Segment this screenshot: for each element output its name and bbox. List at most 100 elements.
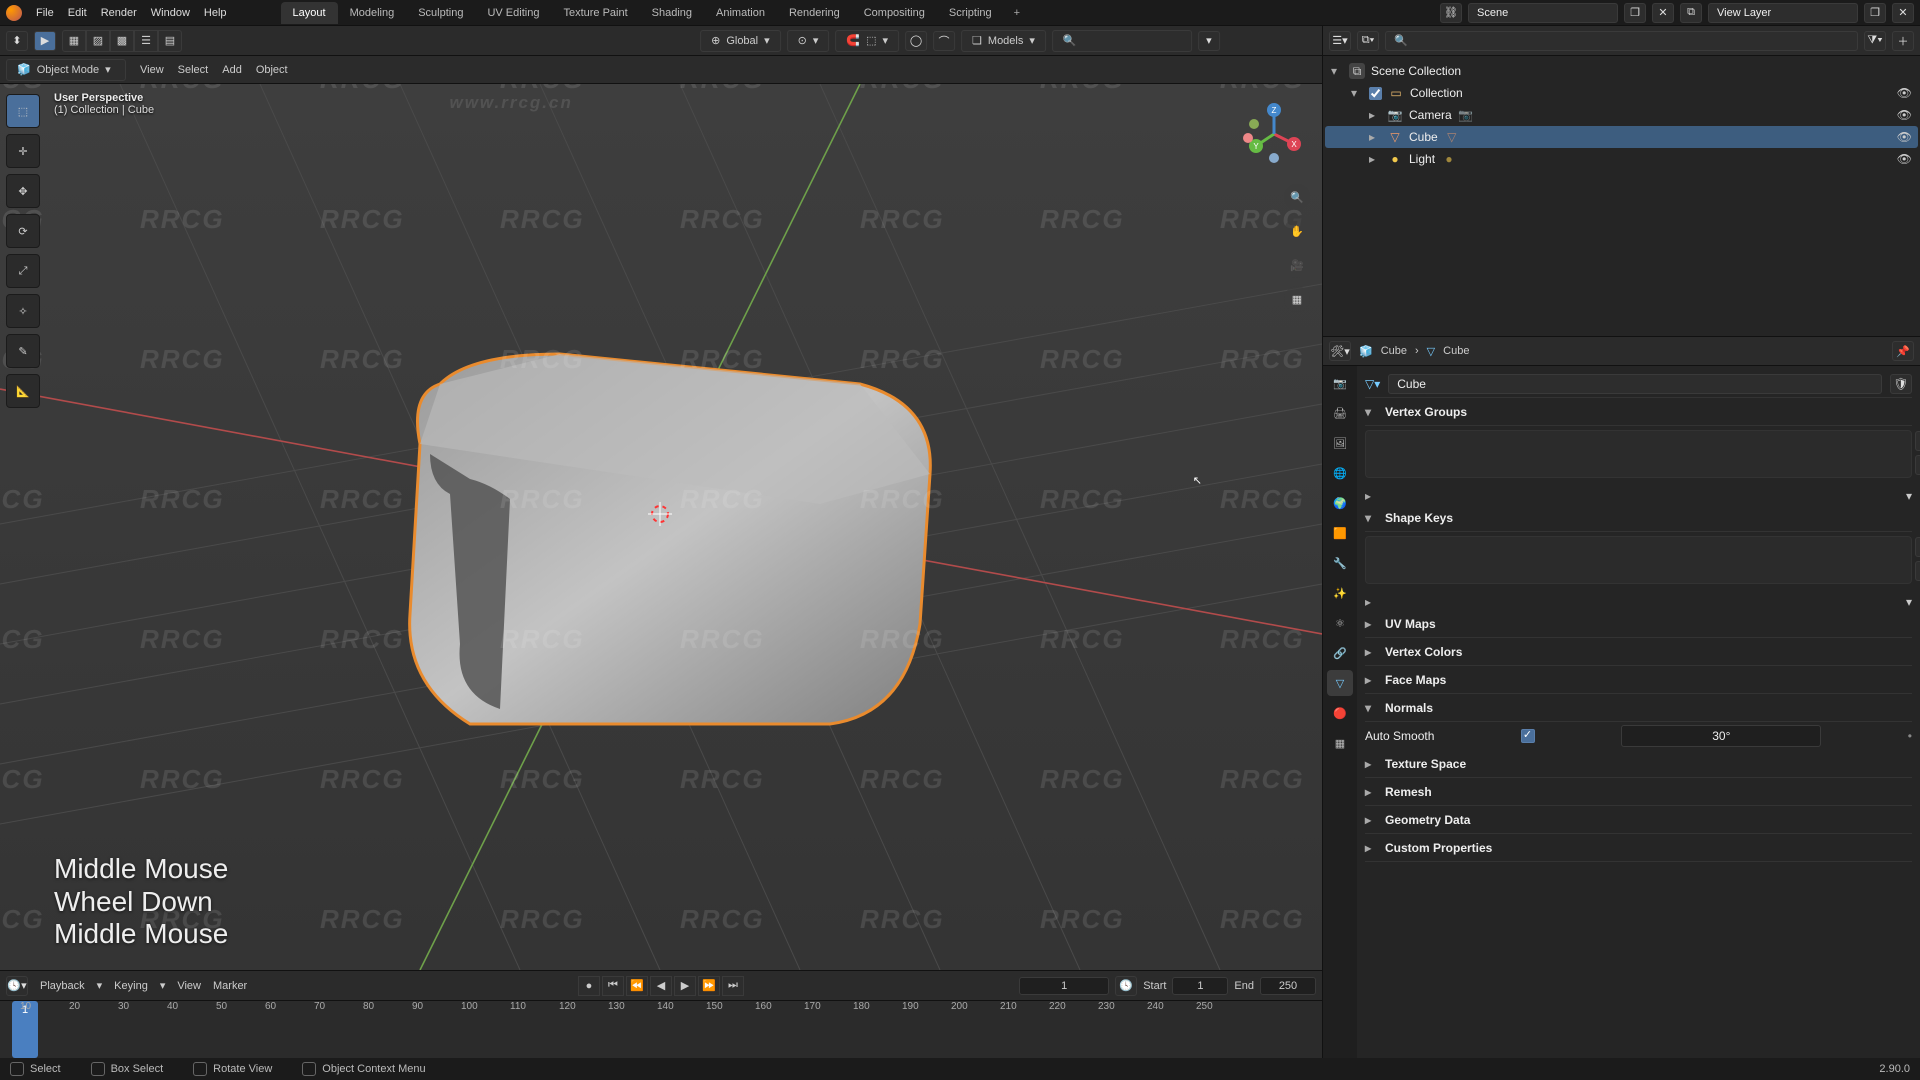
outliner-item-cube[interactable]: ▸ ▽ Cube ▽ 👁 bbox=[1325, 126, 1918, 148]
menu-add[interactable]: Add bbox=[222, 64, 242, 76]
zoom-icon[interactable]: 🔍 bbox=[1284, 184, 1310, 210]
ptab-particles[interactable]: ✨ bbox=[1327, 580, 1353, 606]
end-frame[interactable]: 250 bbox=[1260, 977, 1316, 995]
tab-shading[interactable]: Shading bbox=[640, 2, 704, 24]
tool-annotate[interactable]: ✎ bbox=[6, 334, 40, 368]
menu-file[interactable]: File bbox=[36, 7, 54, 19]
snap-dropdown[interactable]: 🧲⬚▾ bbox=[835, 30, 899, 52]
ptab-mesh-data[interactable]: ▽ bbox=[1327, 670, 1353, 696]
ptab-viewlayer[interactable]: 🖼 bbox=[1327, 430, 1353, 456]
ptab-object[interactable]: 🟧 bbox=[1327, 520, 1353, 546]
panel-normals[interactable]: ▾Normals bbox=[1365, 694, 1912, 722]
nav-gizmo[interactable]: X Y Z bbox=[1238, 98, 1310, 170]
ptab-output[interactable]: 🖨 bbox=[1327, 400, 1353, 426]
fake-user-icon[interactable]: 🛡 bbox=[1890, 374, 1912, 394]
ptab-modifiers[interactable]: 🔧 bbox=[1327, 550, 1353, 576]
panel-uv-maps[interactable]: ▸UV Maps bbox=[1365, 610, 1912, 638]
shape-keys-list[interactable]: ＋ − bbox=[1365, 536, 1912, 584]
viewlayer-browse-icon[interactable]: ⧉ bbox=[1680, 3, 1702, 23]
shape-keys-footer[interactable]: ▸▾ bbox=[1365, 594, 1912, 610]
panel-geometry-data[interactable]: ▸Geometry Data bbox=[1365, 806, 1912, 834]
timecode-icon[interactable]: 🕓 bbox=[1115, 976, 1137, 996]
vertex-groups-footer[interactable]: ▸▾ bbox=[1365, 488, 1912, 504]
ptab-constraints[interactable]: 🔗 bbox=[1327, 640, 1353, 666]
auto-smooth-checkbox[interactable] bbox=[1521, 729, 1535, 743]
collection-toggle[interactable] bbox=[1369, 87, 1382, 100]
tab-texture-paint[interactable]: Texture Paint bbox=[551, 2, 639, 24]
outliner-editor-type-icon[interactable]: ☰▾ bbox=[1329, 31, 1351, 51]
tl-playback[interactable]: Playback bbox=[40, 980, 85, 992]
tab-animation[interactable]: Animation bbox=[704, 2, 777, 24]
models-search[interactable]: 🔍 bbox=[1052, 30, 1192, 52]
disclose-icon[interactable]: ▸ bbox=[1369, 130, 1381, 144]
animate-dot-icon[interactable]: • bbox=[1908, 729, 1912, 743]
menu-window[interactable]: Window bbox=[151, 7, 190, 19]
menu-edit[interactable]: Edit bbox=[68, 7, 87, 19]
play[interactable]: ▶ bbox=[674, 976, 696, 996]
menu-object[interactable]: Object bbox=[256, 64, 288, 76]
auto-smooth-angle[interactable]: 30° bbox=[1621, 725, 1821, 747]
jump-next-key[interactable]: ⏩ bbox=[698, 976, 720, 996]
dropdown-icon[interactable]: ▾ bbox=[1906, 595, 1912, 609]
pivot-dropdown[interactable]: ⊙▾ bbox=[787, 30, 830, 52]
ptab-material[interactable]: 🔴 bbox=[1327, 700, 1353, 726]
panel-vertex-groups[interactable]: ▾Vertex Groups bbox=[1365, 398, 1912, 426]
properties-editor-type-icon[interactable]: 🛠▾ bbox=[1329, 341, 1351, 361]
outliner-filter-icon[interactable]: ⧩▾ bbox=[1864, 31, 1886, 51]
gizmo-4[interactable]: ☰ bbox=[134, 30, 158, 52]
jump-prev-key[interactable]: ⏪ bbox=[626, 976, 648, 996]
gizmo-3[interactable]: ▩ bbox=[110, 30, 134, 52]
panel-face-maps[interactable]: ▸Face Maps bbox=[1365, 666, 1912, 694]
menu-render[interactable]: Render bbox=[101, 7, 137, 19]
disclose-icon[interactable]: ▾ bbox=[1331, 64, 1343, 78]
tool-cursor[interactable]: ✛ bbox=[6, 134, 40, 168]
outliner-item-light[interactable]: ▸ ● Light ● 👁 bbox=[1325, 148, 1918, 170]
outliner-collection[interactable]: ▾ ▭ Collection 👁 bbox=[1325, 82, 1918, 104]
tl-marker[interactable]: Marker bbox=[213, 980, 247, 992]
editor-type-icon[interactable]: ⬍ bbox=[6, 31, 28, 51]
outliner-display-mode-icon[interactable]: ⧉▾ bbox=[1357, 31, 1379, 51]
panel-custom-properties[interactable]: ▸Custom Properties bbox=[1365, 834, 1912, 862]
panel-shape-keys[interactable]: ▾Shape Keys bbox=[1365, 504, 1912, 532]
jump-first[interactable]: ⏮ bbox=[602, 976, 624, 996]
gizmo-2[interactable]: ▨ bbox=[86, 30, 110, 52]
mesh-name-field[interactable]: Cube bbox=[1388, 374, 1882, 394]
tool-move[interactable]: ✥ bbox=[6, 174, 40, 208]
models-chevron-icon[interactable]: ▾ bbox=[1198, 31, 1220, 51]
panel-vertex-colors[interactable]: ▸Vertex Colors bbox=[1365, 638, 1912, 666]
tool-measure[interactable]: 📐 bbox=[6, 374, 40, 408]
interaction-mode-dropdown[interactable]: 🧊Object Mode▾ bbox=[6, 59, 126, 81]
scene-delete-icon[interactable]: ✕ bbox=[1652, 3, 1674, 23]
orientation-dropdown[interactable]: ⊕Global▾ bbox=[700, 30, 781, 52]
ptab-physics[interactable]: ⚛ bbox=[1327, 610, 1353, 636]
perspective-toggle-icon[interactable]: ▦ bbox=[1284, 286, 1310, 312]
tool-rotate[interactable]: ⟳ bbox=[6, 214, 40, 248]
timeline-ruler[interactable]: 1 10203040506070809010011012013014015016… bbox=[0, 1001, 1322, 1058]
ptab-scene[interactable]: 🌐 bbox=[1327, 460, 1353, 486]
viewlayer-name-field[interactable]: View Layer bbox=[1708, 3, 1858, 23]
timeline-editor-type-icon[interactable]: 🕓▾ bbox=[6, 976, 28, 996]
tool-settings-icon[interactable]: ▶ bbox=[34, 31, 56, 51]
tab-uv-editing[interactable]: UV Editing bbox=[475, 2, 551, 24]
tool-select-box[interactable]: ⬚ bbox=[6, 94, 40, 128]
ptab-world[interactable]: 🌍 bbox=[1327, 490, 1353, 516]
tab-layout[interactable]: Layout bbox=[281, 2, 338, 24]
pin-icon[interactable]: 📌 bbox=[1892, 341, 1914, 361]
tl-view[interactable]: View bbox=[177, 980, 201, 992]
models-dropdown[interactable]: ❏Models▾ bbox=[961, 30, 1046, 52]
remove-shape-key[interactable]: − bbox=[1915, 561, 1920, 581]
outliner-new-collection-icon[interactable]: ＋ bbox=[1892, 31, 1914, 51]
gizmo-1[interactable]: ▦ bbox=[62, 30, 86, 52]
add-shape-key[interactable]: ＋ bbox=[1915, 537, 1920, 557]
camera-view-icon[interactable]: 🎥 bbox=[1284, 252, 1310, 278]
visibility-eye-icon[interactable]: 👁 bbox=[1897, 108, 1912, 122]
visibility-eye-icon[interactable]: 👁 bbox=[1897, 86, 1912, 100]
tl-keying[interactable]: Keying bbox=[114, 980, 148, 992]
disclose-icon[interactable]: ▸ bbox=[1369, 152, 1381, 166]
tool-scale[interactable]: ⤢ bbox=[6, 254, 40, 288]
disclose-icon[interactable]: ▸ bbox=[1369, 108, 1381, 122]
tab-compositing[interactable]: Compositing bbox=[852, 2, 937, 24]
scene-copy-icon[interactable]: ❐ bbox=[1624, 3, 1646, 23]
viewlayer-copy-icon[interactable]: ❐ bbox=[1864, 3, 1886, 23]
tab-add[interactable]: + bbox=[1004, 2, 1030, 24]
